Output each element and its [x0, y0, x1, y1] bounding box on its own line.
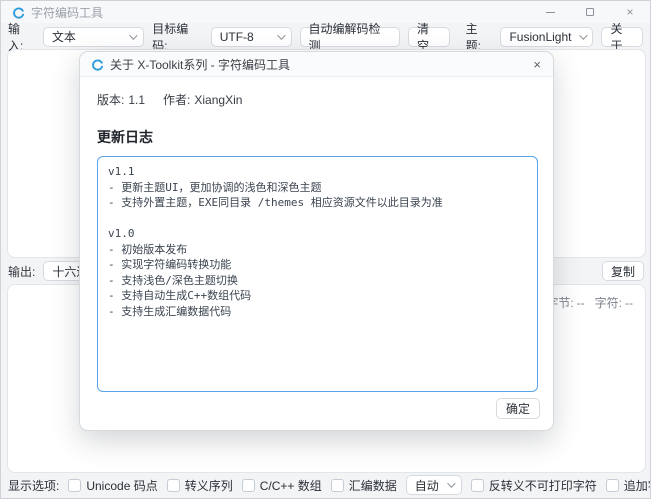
- chevron-down-icon: [129, 31, 137, 39]
- chevron-down-icon: [277, 31, 285, 39]
- input-type-select[interactable]: 文本: [43, 27, 144, 47]
- checkbox-label: 汇编数据: [349, 477, 397, 494]
- checkbox-unescape-nonprintable[interactable]: 反转义不可打印字符: [471, 477, 597, 494]
- checkbox-c-cpp-array[interactable]: C/C++ 数组: [242, 477, 322, 494]
- about-button[interactable]: 关于: [601, 27, 643, 47]
- chevron-down-icon: [447, 479, 455, 487]
- chars-label: 字符:: [595, 296, 622, 310]
- toolbar: 输入: 文本 目标编码: UTF-8 自动编解码检测 清空 主题: Fusion…: [1, 24, 650, 49]
- about-dialog: 关于 X-Toolkit系列 - 字符编码工具 × 版本: 1.1 作者: Xiang…: [79, 51, 554, 431]
- assembly-mode-select[interactable]: 自动: [406, 475, 462, 495]
- dialog-close-button[interactable]: ×: [531, 58, 543, 71]
- theme-value: FusionLight: [509, 30, 571, 44]
- assembly-mode-value: 自动: [415, 477, 439, 494]
- checkbox-icon: [167, 479, 180, 492]
- maximize-icon: [586, 8, 594, 16]
- theme-select[interactable]: FusionLight: [500, 27, 593, 47]
- checkbox-label: 反转义不可打印字符: [489, 477, 597, 494]
- checkbox-icon: [68, 479, 81, 492]
- output-label: 输出:: [8, 263, 35, 280]
- byte-char-stats: 字节:--字符:--: [543, 294, 633, 311]
- checkbox-label: C/C++ 数组: [260, 477, 322, 494]
- checkbox-label: 转义序列: [185, 477, 233, 494]
- version-value: 1.1: [128, 93, 145, 107]
- checkbox-unicode-codepoint[interactable]: Unicode 码点: [68, 477, 157, 494]
- clear-button[interactable]: 清空: [408, 27, 450, 47]
- auto-detect-button[interactable]: 自动编解码检测: [300, 27, 400, 47]
- version-row: 版本: 1.1 作者: XiangXin: [97, 91, 536, 108]
- checkbox-label: 追加字符串结尾 NUL: [624, 477, 651, 494]
- changelog-heading: 更新日志: [97, 127, 536, 147]
- copy-button[interactable]: 复制: [602, 261, 644, 281]
- close-icon: ×: [533, 57, 541, 72]
- author-value: XiangXin: [194, 93, 242, 107]
- minimize-icon: [546, 12, 555, 13]
- app-window: 字符编码工具 × 输入: 文本 目标编码: UTF-8 自动编解码检测 清空 主…: [0, 0, 651, 499]
- version-label: 版本:: [97, 93, 124, 107]
- bytes-value: --: [577, 296, 585, 310]
- target-encoding-value: UTF-8: [220, 30, 254, 44]
- checkbox-icon: [606, 479, 619, 492]
- checkbox-label: Unicode 码点: [86, 477, 157, 494]
- chars-value: --: [625, 296, 633, 310]
- author-label: 作者:: [163, 93, 190, 107]
- window-title: 字符编码工具: [31, 4, 103, 21]
- display-options-label: 显示选项:: [8, 477, 59, 494]
- maximize-button[interactable]: [570, 1, 610, 23]
- checkbox-assembly-data[interactable]: 汇编数据: [331, 477, 397, 494]
- minimize-button[interactable]: [530, 1, 570, 23]
- chevron-down-icon: [580, 31, 588, 39]
- display-options-bar: 显示选项: Unicode 码点 转义序列 C/C++ 数组 汇编数据 自动 反…: [8, 474, 646, 496]
- input-type-value: 文本: [52, 28, 76, 45]
- about-dialog-footer: 确定: [496, 398, 540, 419]
- close-icon: ×: [626, 6, 633, 18]
- checkbox-escape-sequence[interactable]: 转义序列: [167, 477, 233, 494]
- checkbox-icon: [331, 479, 344, 492]
- app-logo-icon: [11, 5, 25, 19]
- target-encoding-select[interactable]: UTF-8: [211, 27, 292, 47]
- changelog-textarea[interactable]: v1.1 - 更新主题UI，更加协调的浅色和深色主题 - 支持外置主题，EXE同…: [97, 156, 538, 392]
- checkbox-icon: [471, 479, 484, 492]
- app-logo-icon: [90, 57, 104, 71]
- checkbox-append-nul[interactable]: 追加字符串结尾 NUL: [606, 477, 651, 494]
- about-dialog-title: 关于 X-Toolkit系列 - 字符编码工具: [110, 56, 290, 73]
- ok-button[interactable]: 确定: [496, 398, 540, 419]
- checkbox-icon: [242, 479, 255, 492]
- about-dialog-header: 关于 X-Toolkit系列 - 字符编码工具 ×: [80, 52, 553, 77]
- about-dialog-body: 版本: 1.1 作者: XiangXin 更新日志 v1.1 - 更新主题UI，更加协…: [80, 91, 553, 392]
